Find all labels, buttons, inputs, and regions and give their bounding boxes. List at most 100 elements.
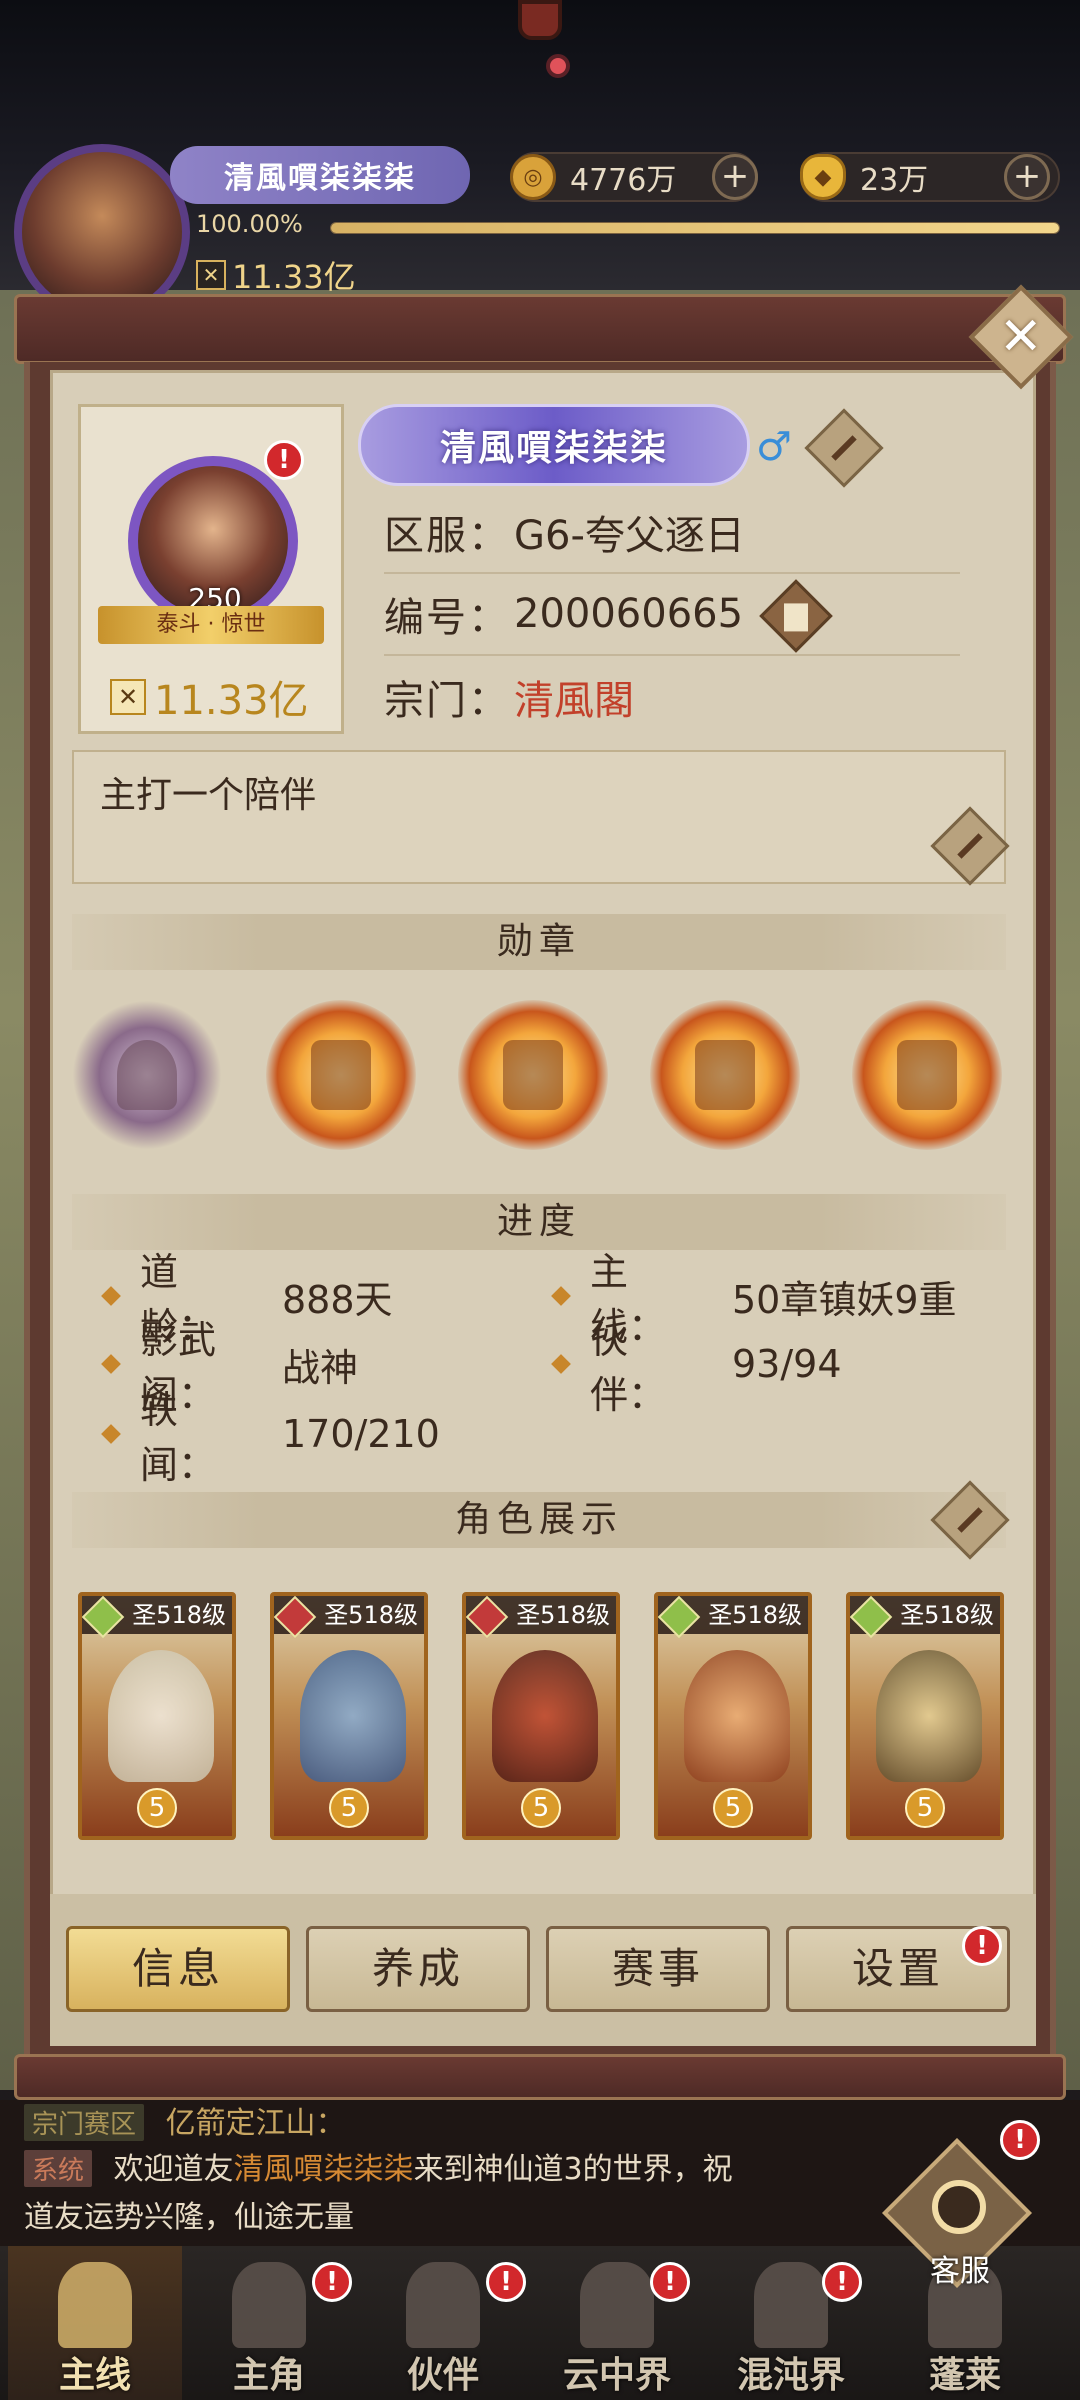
status-player-name: 清風嘪柒柒柒 — [224, 161, 416, 196]
avatar-alert-icon: ! — [264, 440, 304, 480]
chat-line: 系统 欢迎道友清風嘪柒柒柒来到神仙道3的世界，祝 — [24, 2144, 733, 2188]
sect-label: 宗门： — [384, 678, 510, 724]
server-label: 区服： — [384, 513, 510, 559]
medal-plum-icon — [117, 1040, 177, 1110]
add-coins-button[interactable]: + — [712, 154, 758, 200]
hero-star-count: 5 — [329, 1788, 369, 1828]
chat-text: 欢迎道友 — [113, 2152, 234, 2187]
signature-box: 主打一个陪伴 — [72, 750, 1006, 884]
avatar-title-badge: 泰斗 · 惊世 — [98, 606, 324, 644]
partners-icon — [406, 2262, 480, 2348]
hero-card[interactable]: 圣518级 5 — [78, 1592, 236, 1840]
settings-alert-icon: ! — [962, 1926, 1002, 1966]
sect-row: 宗门： 清風閣 — [384, 656, 960, 738]
crossed-swords-icon — [58, 2262, 132, 2348]
close-icon: ✕ — [999, 306, 1043, 367]
male-gender-icon: ♂ — [756, 424, 792, 470]
medal-plum-tree[interactable] — [72, 1000, 222, 1150]
medal-pagoda-icon — [503, 1040, 563, 1110]
chat-player-name[interactable]: 清風嘪柒柒柒 — [234, 2152, 414, 2187]
profile-name-plate: 清風嘪柒柒柒 — [358, 404, 750, 486]
sect-value[interactable]: 清風閣 — [514, 668, 634, 726]
status-name-plate: 清風嘪柒柒柒 — [170, 146, 470, 204]
hero-card[interactable]: 圣518级 5 — [270, 1592, 428, 1840]
modal-header — [14, 294, 1066, 364]
hero-portrait — [876, 1650, 982, 1782]
medal-phoenix-icon — [311, 1040, 371, 1110]
customer-service-label: 客服 — [930, 2254, 990, 2289]
hero-card[interactable]: 圣518级 5 — [846, 1592, 1004, 1840]
progress-item: 伙 伴： 93/94 — [551, 1318, 842, 1417]
hero-card[interactable]: 圣518级 5 — [654, 1592, 812, 1840]
brush-icon — [957, 833, 983, 859]
chat-line: 宗门赛区 亿箭定江山： — [24, 2098, 346, 2142]
progress-value: 888天 — [282, 1277, 393, 1322]
profile-power-value: 11.33亿 — [154, 678, 309, 724]
ingot-amount: 23万 — [860, 163, 929, 198]
medal-deity[interactable] — [852, 1000, 1002, 1150]
server-row: 区服： G6-夸父逐日 — [384, 492, 960, 574]
brush-icon — [831, 435, 857, 461]
top-emblem-icon[interactable] — [518, 0, 562, 40]
progress-key: 伙 伴： — [590, 1318, 667, 1417]
notification-dot-icon — [546, 54, 570, 78]
exp-percent: 100.00% — [196, 210, 303, 238]
chaos-icon — [754, 2262, 828, 2348]
nav-label: 主角 — [232, 2355, 305, 2396]
hero-stars: 5 — [658, 1786, 808, 1830]
brush-icon — [957, 1507, 983, 1533]
bullet-icon — [551, 1286, 571, 1306]
nav-label: 主线 — [58, 2355, 131, 2396]
chat-text: 道友运势兴隆，仙途无量 — [24, 2200, 354, 2235]
medal-phoenix[interactable] — [266, 1000, 416, 1150]
id-value: 200060665 — [514, 591, 744, 637]
bullet-icon — [101, 1354, 121, 1374]
tab-info[interactable]: 信息 — [66, 1926, 290, 2012]
hero-portrait — [492, 1650, 598, 1782]
progress-item: 轶 闻： 170/210 — [101, 1388, 440, 1487]
hero-star-count: 5 — [713, 1788, 753, 1828]
ingot-icon: ◆ — [800, 154, 846, 200]
power-icon: ✕ — [110, 679, 146, 715]
bullet-icon — [101, 1424, 121, 1444]
profile-name: 清風嘪柒柒柒 — [439, 428, 668, 469]
status-power-value: 11.33亿 — [232, 258, 356, 296]
hero-star-count: 5 — [521, 1788, 561, 1828]
medal-pagoda[interactable] — [458, 1000, 608, 1150]
hero-stars: 5 — [82, 1786, 232, 1830]
medals-section-title: 勋章 — [72, 914, 1006, 970]
hero-card[interactable]: 圣518级 5 — [462, 1592, 620, 1840]
hero-stars: 5 — [466, 1786, 616, 1830]
chat-line: 道友运势兴隆，仙途无量 — [24, 2192, 354, 2236]
exp-bar-fill — [331, 223, 1059, 233]
chat-text: 亿箭定江山： — [165, 2106, 346, 2141]
nav-label: 伙伴 — [406, 2355, 479, 2396]
heroes-section-title: 角色展示 — [72, 1492, 1006, 1548]
hero-star-count: 5 — [905, 1788, 945, 1828]
tab-events[interactable]: 赛事 — [546, 1926, 770, 2012]
nav-main-quest[interactable]: 主线 — [8, 2246, 182, 2400]
hero-icon — [232, 2262, 306, 2348]
id-label: 编号： — [384, 595, 510, 641]
progress-key: 轶 闻： — [140, 1388, 217, 1487]
medal-sage[interactable] — [650, 1000, 800, 1150]
signature-text: 主打一个陪伴 — [100, 775, 317, 816]
nav-alert-icon: ! — [822, 2262, 862, 2302]
chat-text: 来到神仙道3的世界，祝 — [413, 2152, 733, 2187]
nav-label: 混沌界 — [736, 2355, 845, 2396]
progress-value: 50章镇妖9重 — [732, 1277, 957, 1322]
hero-portrait — [684, 1650, 790, 1782]
chat-channel-tag: 系统 — [24, 2150, 93, 2187]
profile-power: ✕ 11.33亿 — [110, 674, 320, 724]
hero-portrait — [108, 1650, 214, 1782]
headset-icon — [932, 2180, 986, 2234]
status-power: ✕ 11.33亿 — [196, 252, 356, 298]
tab-cultivation[interactable]: 养成 — [306, 1926, 530, 2012]
hero-stars: 5 — [850, 1786, 1000, 1830]
power-icon: ✕ — [196, 260, 226, 290]
nav-alert-icon: ! — [312, 2262, 352, 2302]
modal-footer — [14, 2054, 1066, 2100]
chat-channel-tag: 宗门赛区 — [24, 2104, 145, 2141]
nav-label: 蓬莱 — [928, 2355, 1001, 2396]
add-ingots-button[interactable]: + — [1004, 154, 1050, 200]
